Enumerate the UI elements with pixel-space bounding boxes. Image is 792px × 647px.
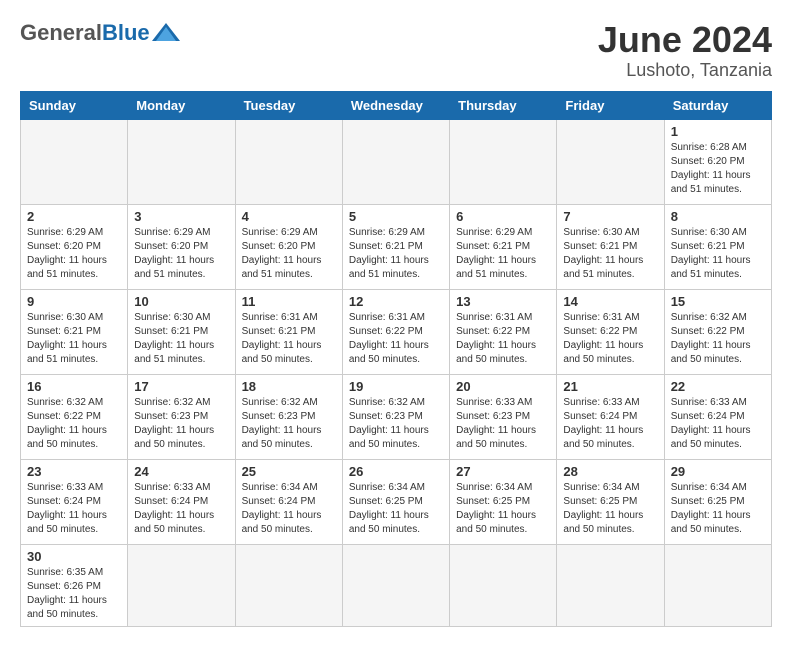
header-saturday: Saturday	[664, 91, 771, 119]
header-wednesday: Wednesday	[342, 91, 449, 119]
day-10: 10 Sunrise: 6:30 AM Sunset: 6:21 PM Dayl…	[128, 289, 235, 374]
page-header: General Blue June 2024 Lushoto, Tanzania	[20, 20, 772, 81]
empty-cell	[128, 544, 235, 626]
day-9: 9 Sunrise: 6:30 AM Sunset: 6:21 PM Dayli…	[21, 289, 128, 374]
day-6: 6 Sunrise: 6:29 AM Sunset: 6:21 PM Dayli…	[450, 204, 557, 289]
day-25: 25 Sunrise: 6:34 AM Sunset: 6:24 PM Dayl…	[235, 459, 342, 544]
empty-cell	[342, 544, 449, 626]
day-11: 11 Sunrise: 6:31 AM Sunset: 6:21 PM Dayl…	[235, 289, 342, 374]
location-title: Lushoto, Tanzania	[598, 60, 772, 81]
logo-general-text: General	[20, 20, 102, 46]
day-19: 19 Sunrise: 6:32 AM Sunset: 6:23 PM Dayl…	[342, 374, 449, 459]
day-22: 22 Sunrise: 6:33 AM Sunset: 6:24 PM Dayl…	[664, 374, 771, 459]
day-24: 24 Sunrise: 6:33 AM Sunset: 6:24 PM Dayl…	[128, 459, 235, 544]
calendar-row-1: 1 Sunrise: 6:28 AM Sunset: 6:20 PM Dayli…	[21, 119, 772, 204]
month-title: June 2024	[598, 20, 772, 60]
empty-cell	[21, 119, 128, 204]
day-5: 5 Sunrise: 6:29 AM Sunset: 6:21 PM Dayli…	[342, 204, 449, 289]
day-23: 23 Sunrise: 6:33 AM Sunset: 6:24 PM Dayl…	[21, 459, 128, 544]
day-16: 16 Sunrise: 6:32 AM Sunset: 6:22 PM Dayl…	[21, 374, 128, 459]
calendar-row-6: 30 Sunrise: 6:35 AM Sunset: 6:26 PM Dayl…	[21, 544, 772, 626]
empty-cell	[235, 119, 342, 204]
calendar-row-5: 23 Sunrise: 6:33 AM Sunset: 6:24 PM Dayl…	[21, 459, 772, 544]
empty-cell	[557, 544, 664, 626]
day-18: 18 Sunrise: 6:32 AM Sunset: 6:23 PM Dayl…	[235, 374, 342, 459]
day-15: 15 Sunrise: 6:32 AM Sunset: 6:22 PM Dayl…	[664, 289, 771, 374]
day-3: 3 Sunrise: 6:29 AM Sunset: 6:20 PM Dayli…	[128, 204, 235, 289]
day-1: 1 Sunrise: 6:28 AM Sunset: 6:20 PM Dayli…	[664, 119, 771, 204]
empty-cell	[450, 544, 557, 626]
day-28: 28 Sunrise: 6:34 AM Sunset: 6:25 PM Dayl…	[557, 459, 664, 544]
day-2: 2 Sunrise: 6:29 AM Sunset: 6:20 PM Dayli…	[21, 204, 128, 289]
empty-cell	[664, 544, 771, 626]
empty-cell	[557, 119, 664, 204]
calendar-row-3: 9 Sunrise: 6:30 AM Sunset: 6:21 PM Dayli…	[21, 289, 772, 374]
header-monday: Monday	[128, 91, 235, 119]
calendar-header-row: Sunday Monday Tuesday Wednesday Thursday…	[21, 91, 772, 119]
day-13: 13 Sunrise: 6:31 AM Sunset: 6:22 PM Dayl…	[450, 289, 557, 374]
day-14: 14 Sunrise: 6:31 AM Sunset: 6:22 PM Dayl…	[557, 289, 664, 374]
day-29: 29 Sunrise: 6:34 AM Sunset: 6:25 PM Dayl…	[664, 459, 771, 544]
logo: General Blue	[20, 20, 182, 46]
calendar-table: Sunday Monday Tuesday Wednesday Thursday…	[20, 91, 772, 627]
empty-cell	[342, 119, 449, 204]
day-4: 4 Sunrise: 6:29 AM Sunset: 6:20 PM Dayli…	[235, 204, 342, 289]
logo-icon	[152, 23, 182, 43]
empty-cell	[128, 119, 235, 204]
day-27: 27 Sunrise: 6:34 AM Sunset: 6:25 PM Dayl…	[450, 459, 557, 544]
empty-cell	[235, 544, 342, 626]
day-7: 7 Sunrise: 6:30 AM Sunset: 6:21 PM Dayli…	[557, 204, 664, 289]
header-tuesday: Tuesday	[235, 91, 342, 119]
day-30: 30 Sunrise: 6:35 AM Sunset: 6:26 PM Dayl…	[21, 544, 128, 626]
calendar-row-2: 2 Sunrise: 6:29 AM Sunset: 6:20 PM Dayli…	[21, 204, 772, 289]
day-21: 21 Sunrise: 6:33 AM Sunset: 6:24 PM Dayl…	[557, 374, 664, 459]
header-thursday: Thursday	[450, 91, 557, 119]
day-17: 17 Sunrise: 6:32 AM Sunset: 6:23 PM Dayl…	[128, 374, 235, 459]
day-20: 20 Sunrise: 6:33 AM Sunset: 6:23 PM Dayl…	[450, 374, 557, 459]
calendar-row-4: 16 Sunrise: 6:32 AM Sunset: 6:22 PM Dayl…	[21, 374, 772, 459]
day-12: 12 Sunrise: 6:31 AM Sunset: 6:22 PM Dayl…	[342, 289, 449, 374]
empty-cell	[450, 119, 557, 204]
title-area: June 2024 Lushoto, Tanzania	[598, 20, 772, 81]
day-8: 8 Sunrise: 6:30 AM Sunset: 6:21 PM Dayli…	[664, 204, 771, 289]
day-26: 26 Sunrise: 6:34 AM Sunset: 6:25 PM Dayl…	[342, 459, 449, 544]
header-sunday: Sunday	[21, 91, 128, 119]
header-friday: Friday	[557, 91, 664, 119]
logo-blue-text: Blue	[102, 20, 150, 46]
